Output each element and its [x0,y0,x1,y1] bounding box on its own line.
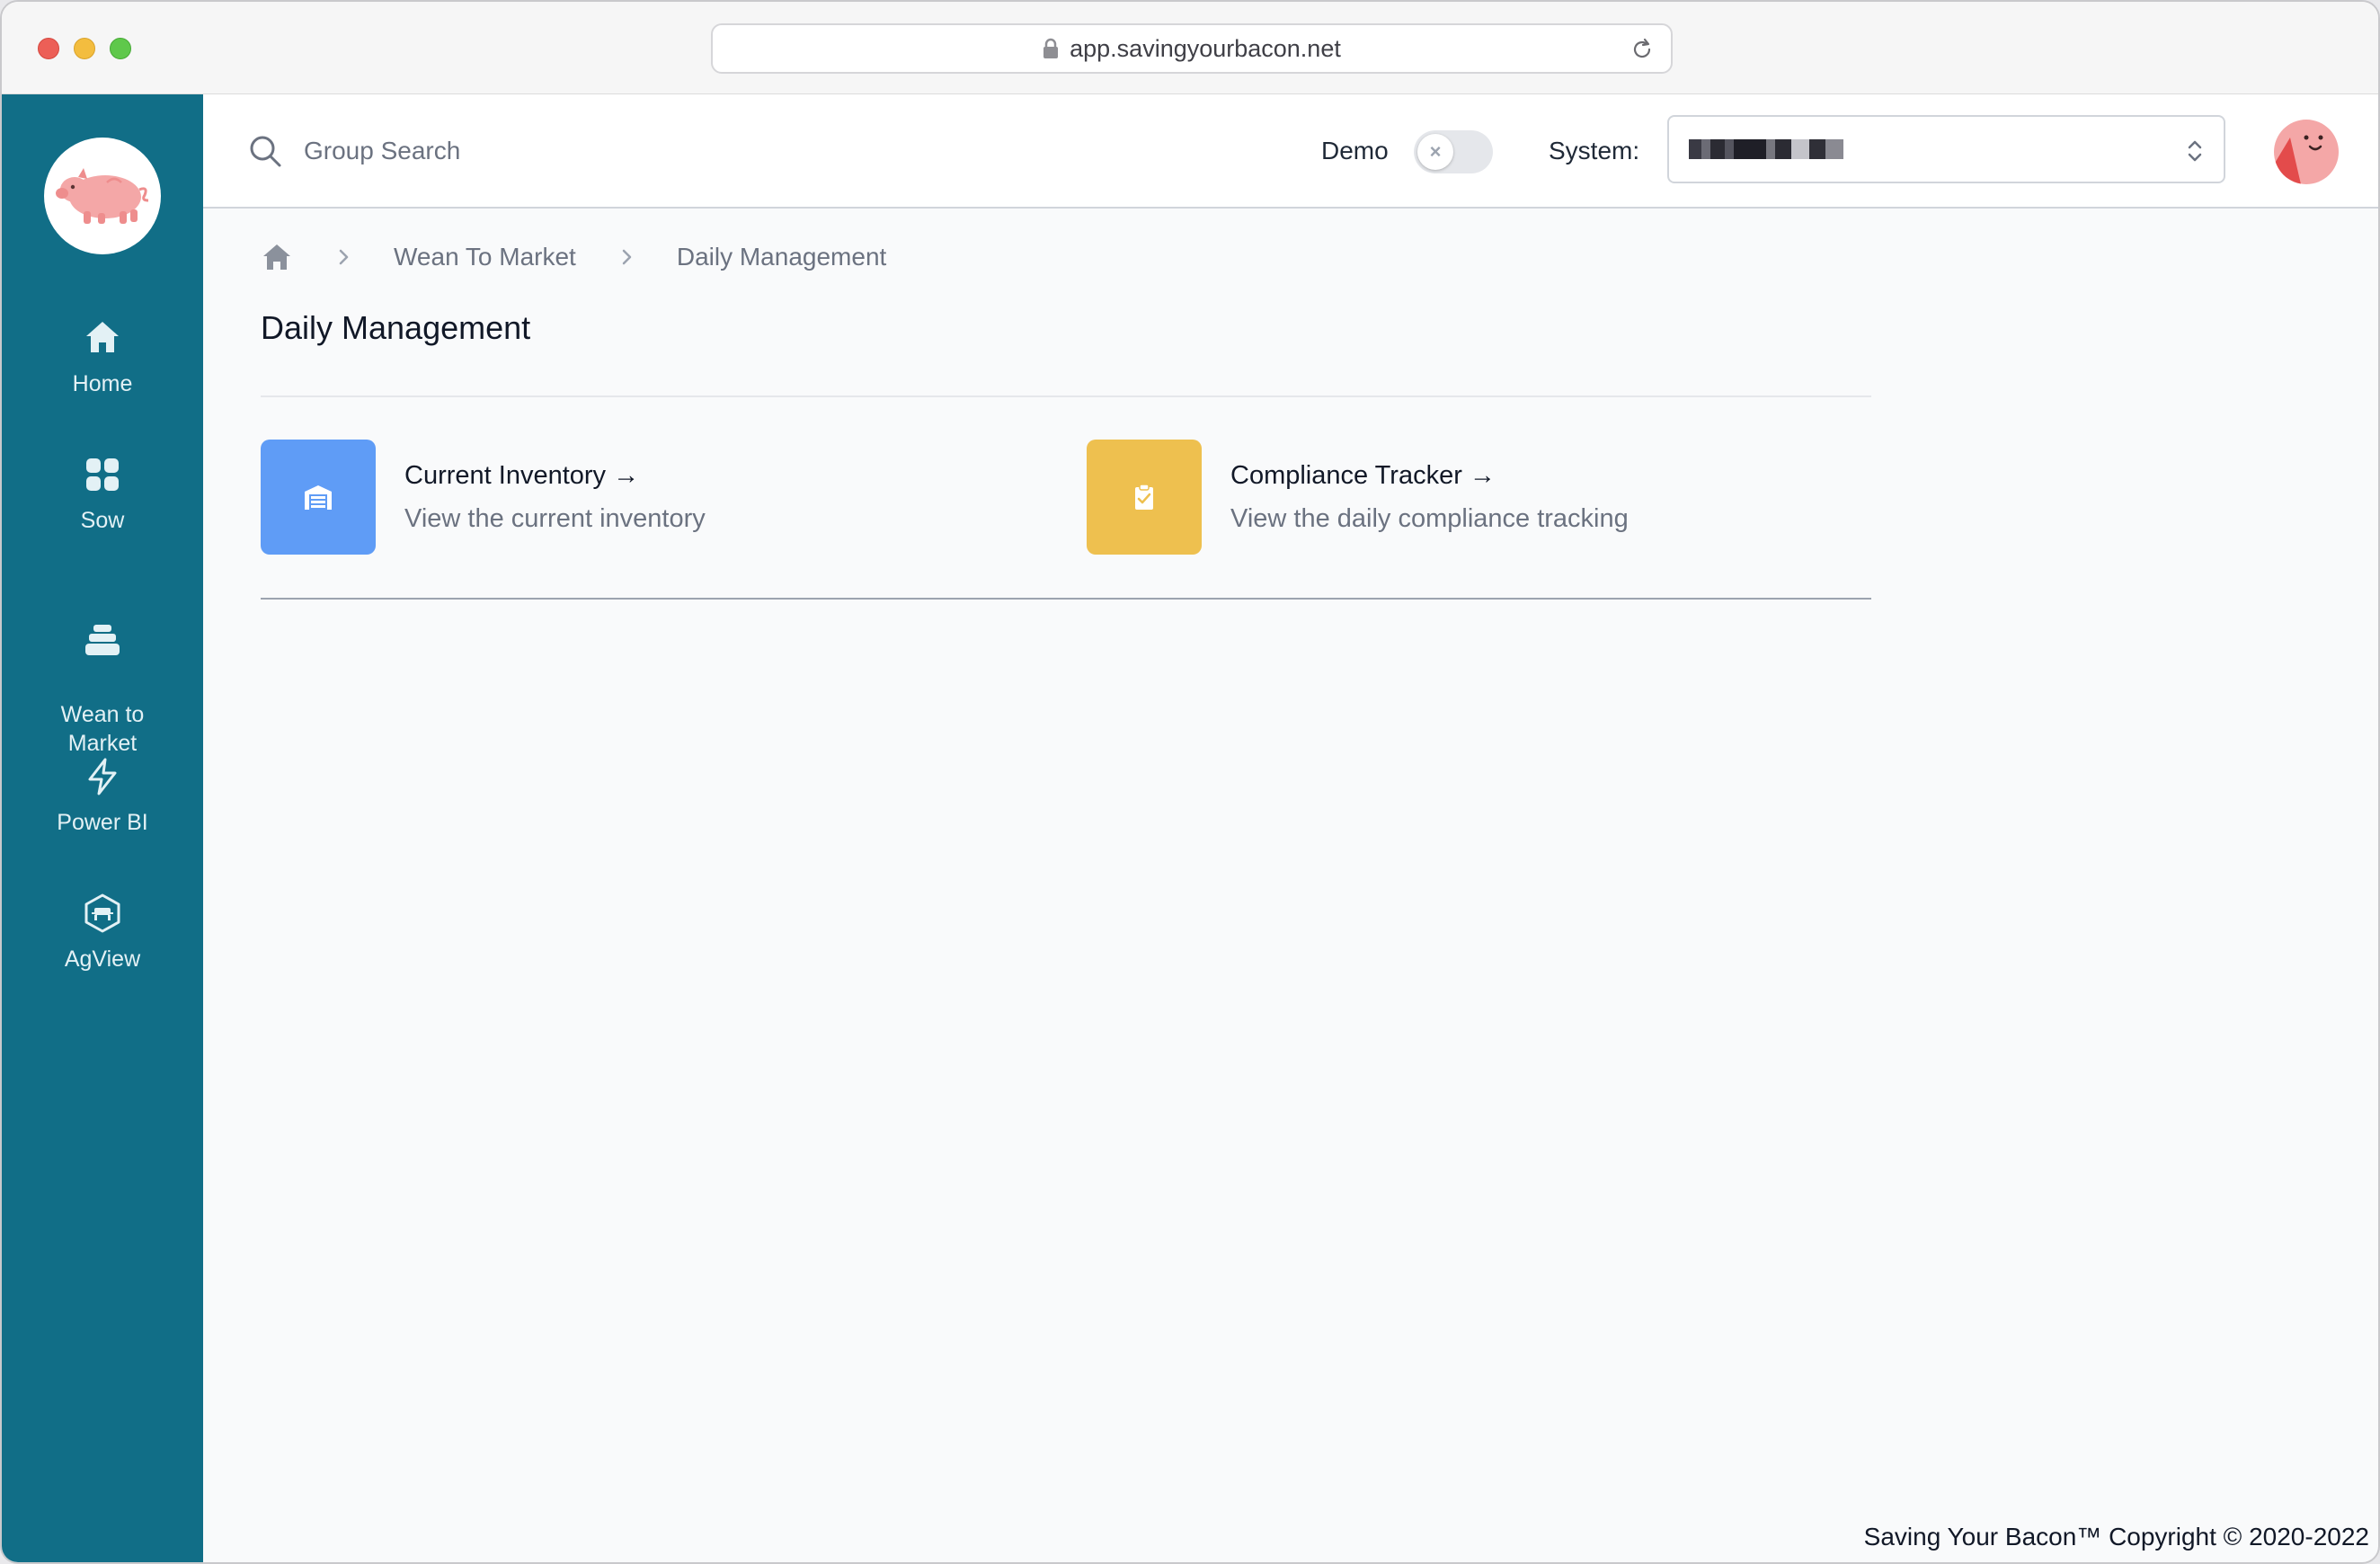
pig-logo[interactable] [44,138,161,254]
divider [261,395,1871,397]
demo-toggle[interactable]: × [1414,130,1493,173]
demo-label: Demo [1321,137,1389,164]
sidebar-item-label: Wean to Market [60,702,145,756]
card-title: Current Inventory → [404,461,640,490]
divider [261,598,1871,600]
top-header: Demo × System: [203,94,2378,209]
warehouse-icon [305,485,332,510]
chevron-right-icon [622,249,632,265]
sidebar: Home Sow Wean to Market Power BI AgView [2,94,203,1562]
breadcrumb: Wean To Market Daily Management [261,239,886,275]
user-avatar[interactable] [2274,120,2339,184]
sidebar-item-label: AgView [64,946,141,972]
redacted-system-value [1689,139,1843,159]
breadcrumb-daily-management[interactable]: Daily Management [677,243,886,271]
card-description: View the daily compliance tracking [1230,504,1629,533]
minimize-window-button[interactable] [74,38,95,59]
group-search-input[interactable] [304,127,843,175]
current-inventory-tile [261,440,376,555]
zoom-window-button[interactable] [110,38,131,59]
sidebar-item-wean-to-market[interactable]: Wean to Market [2,591,203,758]
sidebar-item-label: Home [72,371,133,396]
agview-icon [84,893,120,933]
sidebar-item-power-bi[interactable]: Power BI [2,756,203,837]
card-title: Compliance Tracker → [1230,461,1496,490]
system-label: System: [1549,137,1640,164]
page-title: Daily Management [261,309,531,346]
sidebar-item-agview[interactable]: AgView [2,893,203,973]
compliance-tracker-card[interactable]: Compliance Tracker → View the daily comp… [1087,440,1860,556]
sidebar-item-home[interactable]: Home [2,317,203,398]
address-bar[interactable]: app.savingyourbacon.net [711,23,1673,74]
reload-icon[interactable] [1630,37,1655,62]
close-window-button[interactable] [38,38,59,59]
current-inventory-card[interactable]: Current Inventory → View the current inv… [261,440,980,556]
chevron-up-down-icon [2188,140,2202,162]
url-text: app.savingyourbacon.net [1070,34,1341,62]
sidebar-item-label: Power BI [57,810,148,835]
breadcrumb-wean-to-market[interactable]: Wean To Market [394,243,576,271]
card-description: View the current inventory [404,504,706,533]
toggle-off-icon: × [1417,134,1453,170]
clipboard-check-icon [1135,484,1153,510]
compliance-tracker-tile [1087,440,1202,555]
sidebar-item-sow[interactable]: Sow [2,454,203,535]
search-icon [250,136,281,167]
footer-copyright: Saving Your Bacon™ Copyright © 2020-2022 [1863,1523,2369,1551]
system-select[interactable] [1667,115,2225,183]
home-icon[interactable] [261,241,293,273]
lightning-icon [88,758,117,795]
lock-icon [1043,38,1059,59]
grid-icon [86,458,119,491]
home-icon [86,322,119,352]
chevron-right-icon [339,249,349,265]
browser-chrome: app.savingyourbacon.net [2,2,2378,94]
sidebar-item-label: Sow [80,508,125,533]
browser-window: app.savingyourbacon.net Home Sow Wean to… [0,0,2380,1564]
stack-icon [85,625,120,655]
